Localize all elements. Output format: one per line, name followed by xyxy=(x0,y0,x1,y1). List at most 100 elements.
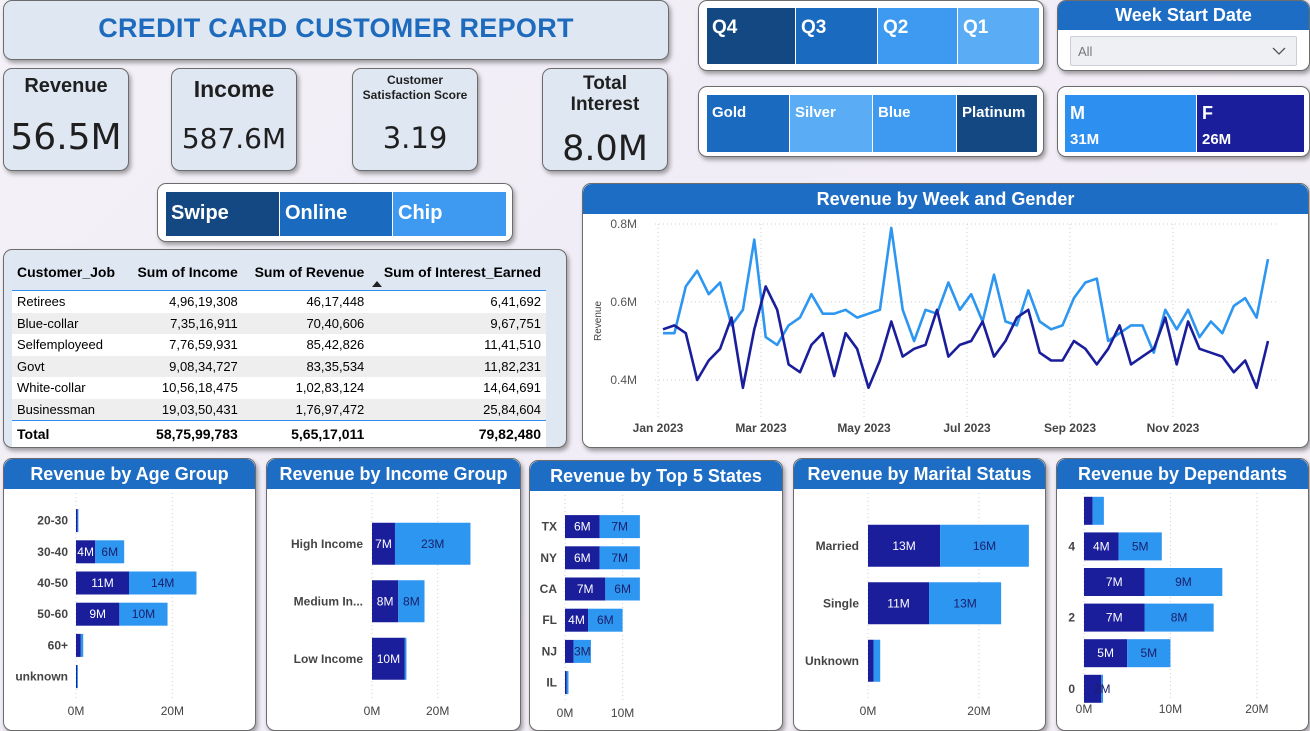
card-option-label: Blue xyxy=(878,104,911,121)
quarter-option-q1[interactable]: Q1 xyxy=(957,8,1039,64)
data-label: 6M xyxy=(574,551,591,565)
bar-segment xyxy=(868,639,874,682)
cell-job: Blue-collar xyxy=(17,315,79,331)
gender-option-value: 26M xyxy=(1202,131,1232,148)
x-tick-label: 0M xyxy=(364,704,381,718)
cell-income: 10,56,18,475 xyxy=(161,380,238,396)
bar-segment xyxy=(77,509,79,533)
bar-chart: 0M 10M 20M 4 4M 5M 7M 9M 2 7M 8M 5M 5M 0 2M xyxy=(1068,493,1269,716)
category-label: 60+ xyxy=(48,638,68,652)
total-interest: 79,82,480 xyxy=(478,426,541,442)
cell-interest: 25,84,604 xyxy=(483,401,541,417)
x-tick-label: 0M xyxy=(557,706,574,720)
bar-segment xyxy=(76,633,81,657)
bar-chart: 0M 20M 20-30 30-40 4M 6M 40-50 11M 14M 50-60 9M 10M… xyxy=(15,493,197,718)
quarter-option-q3[interactable]: Q3 xyxy=(795,8,877,64)
data-label: 7M xyxy=(1106,575,1123,589)
chart-title: Revenue by Income Group xyxy=(267,459,520,489)
data-label: 16M xyxy=(973,539,996,553)
cell-job: Govt xyxy=(17,358,45,374)
kpi-revenue-value: 56.5M xyxy=(10,117,122,158)
kpi-revenue-card: Revenue 56.5M xyxy=(3,68,129,171)
kpi-interest-label: Total Interest xyxy=(570,73,640,115)
data-label: 11M xyxy=(887,596,909,610)
total-revenue: 5,65,17,011 xyxy=(291,426,365,442)
table-row[interactable]: Blue-collar 7,35,16,911 70,40,606 9,67,751 xyxy=(12,312,546,334)
table-header-row: Customer_Job Sum of Income Sum of Revenu… xyxy=(12,254,546,291)
total-label: Total xyxy=(17,426,50,442)
gender-option-f[interactable]: F 26M xyxy=(1196,95,1304,152)
card-option-gold[interactable]: Gold xyxy=(707,95,789,152)
column-header[interactable]: Sum of Interest_Earned xyxy=(369,254,546,291)
gender-option-m[interactable]: M 31M xyxy=(1065,95,1196,152)
y-tick-label: 0.8M xyxy=(610,217,637,231)
report-title: CREDIT CARD CUSTOMER REPORT xyxy=(98,13,574,43)
bar-chart-card: Revenue by Marital Status 0M 20M Married 13… xyxy=(793,458,1046,731)
card-option-platinum[interactable]: Platinum xyxy=(956,95,1037,152)
data-label: 7M xyxy=(375,537,392,551)
data-label: 10M xyxy=(132,607,155,621)
txn-option-swipe[interactable]: Swipe xyxy=(166,192,279,236)
txn-option-label: Swipe xyxy=(171,202,229,224)
data-label: 5M xyxy=(1140,646,1157,660)
kpi-income-label: Income xyxy=(193,76,275,102)
category-label: Low Income xyxy=(294,652,364,666)
cell-job: Selfemployeed xyxy=(17,337,103,353)
txn-option-online[interactable]: Online xyxy=(279,192,392,236)
cell-income: 9,08,34,727 xyxy=(169,358,238,374)
column-header[interactable]: Customer_Job xyxy=(12,254,126,291)
gender-option-value: 31M xyxy=(1070,131,1100,148)
txn-option-label: Online xyxy=(285,202,348,224)
bar-segment xyxy=(76,665,78,689)
card-option-silver[interactable]: Silver xyxy=(789,95,872,152)
kpi-csat-value: 3.19 xyxy=(382,121,448,155)
bar-chart: 0M 20M High Income 7M 23M Medium In... 8M 8M Low… xyxy=(291,493,471,718)
x-tick-label: 0M xyxy=(68,704,85,718)
category-label: NJ xyxy=(542,644,557,658)
table-row[interactable]: Selfemployeed 7,76,59,931 85,42,826 11,41,5… xyxy=(12,334,546,356)
data-label: 6M xyxy=(614,582,631,596)
x-tick-label: May 2023 xyxy=(837,421,891,435)
cell-income: 19,03,50,431 xyxy=(161,401,238,417)
category-label: IL xyxy=(546,676,557,690)
chart-title: Revenue by Top 5 States xyxy=(530,461,782,491)
cell-revenue: 1,02,83,124 xyxy=(295,380,365,396)
txn-option-chip[interactable]: Chip xyxy=(392,192,506,236)
card-option-label: Platinum xyxy=(962,104,1026,121)
x-tick-label: 20M xyxy=(967,704,990,718)
transaction-slicer-card: Swipe Online Chip xyxy=(157,183,513,242)
table-row[interactable]: Govt 9,08,34,727 83,35,534 11,82,231 xyxy=(12,355,546,377)
data-label: 6M xyxy=(574,520,591,534)
data-label: 6M xyxy=(101,545,118,559)
gender-option-label: M xyxy=(1070,103,1085,123)
chevron-down-icon xyxy=(1272,47,1286,55)
category-label: 4 xyxy=(1068,539,1075,553)
card-option-blue[interactable]: Blue xyxy=(872,95,956,152)
category-label: Married xyxy=(816,539,859,553)
table-row[interactable]: White-collar 10,56,18,475 1,02,83,124 14,64… xyxy=(12,377,546,399)
quarter-option-q4[interactable]: Q4 xyxy=(707,8,795,64)
bar-chart: 0M 10M TX 6M 7M NY 6M 7M CA 7M 6M FL 4M 6M NJ 3M IL xyxy=(540,495,640,720)
category-label: 40-50 xyxy=(37,576,68,590)
category-label: 2 xyxy=(1068,611,1075,625)
cell-job: Retirees xyxy=(17,294,66,310)
bar-chart-card: Revenue by Age Group 0M 20M 20-30 30-40 4M 6M… xyxy=(3,458,256,731)
data-label: 7M xyxy=(611,520,628,534)
x-tick-label: 20M xyxy=(161,704,184,718)
kpi-income-value: 587.6M xyxy=(181,122,287,155)
chart-title: Revenue by Marital Status xyxy=(794,459,1045,489)
data-label: 8M xyxy=(377,594,394,608)
category-label: Medium In... xyxy=(294,594,363,608)
week-filter-value: All xyxy=(1078,44,1093,59)
week-filter-dropdown[interactable]: All xyxy=(1070,36,1297,66)
x-tick-label: Jan 2023 xyxy=(633,421,684,435)
customer-job-table: Customer_Job Sum of Income Sum of Revenu… xyxy=(12,254,546,447)
table-row[interactable]: Retirees 4,96,19,308 46,17,448 6,41,692 xyxy=(12,290,546,313)
y-axis-label: Revenue xyxy=(593,301,604,341)
quarter-option-q2[interactable]: Q2 xyxy=(877,8,957,64)
column-header[interactable]: Sum of Revenue xyxy=(243,254,370,291)
x-tick-label: 20M xyxy=(426,704,449,718)
table-row[interactable]: Businessman 19,03,50,431 1,76,97,472 25,84,… xyxy=(12,398,546,421)
y-tick-label: 0.6M xyxy=(610,295,637,309)
column-header[interactable]: Sum of Income xyxy=(126,254,243,291)
